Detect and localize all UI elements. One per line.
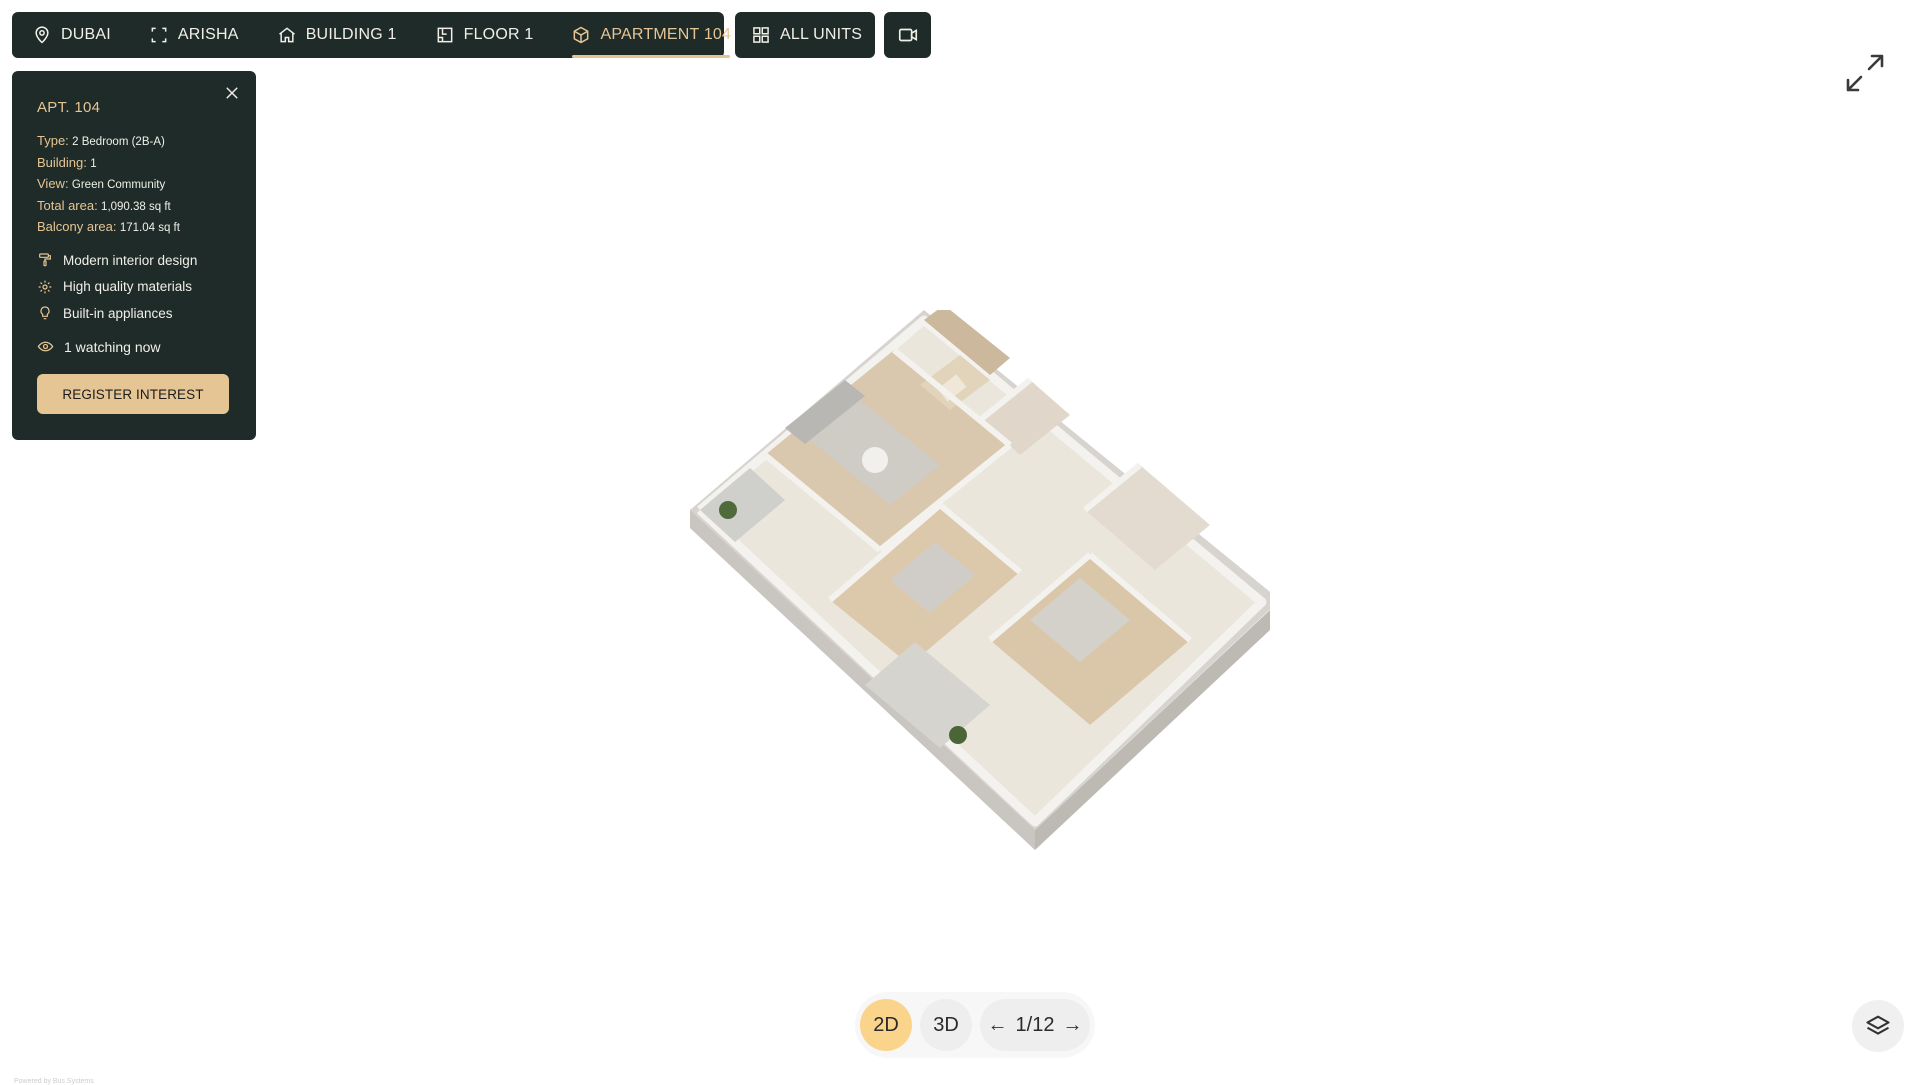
breadcrumb-label: APARTMENT 104 [600,26,732,43]
plant [719,501,737,519]
cube-icon [574,26,589,44]
gear-icon [38,280,52,294]
spec-type: Type: 2 Bedroom (2B-A) [37,131,180,153]
video-camera-icon [898,28,917,42]
layers-button[interactable] [1852,1000,1904,1052]
feature-item: Modern interior design [37,247,197,274]
feature-item: Built-in appliances [37,300,197,327]
feature-label: Modern interior design [63,252,198,268]
spec-key: Balcony area: [37,219,117,234]
eye-icon [37,341,54,352]
apartment-info-panel: APT. 104 Type: 2 Bedroom (2B-A) Building… [12,71,256,440]
video-tour-button[interactable] [884,12,931,58]
all-units-group: ALL UNITS [735,12,875,58]
close-button[interactable] [222,83,242,103]
lightbulb-icon [40,306,50,320]
grid-icon [753,27,769,43]
breadcrumb-label: BUILDING 1 [305,26,397,43]
spec-value: Green Community [71,179,166,191]
home-icon [278,27,295,43]
breadcrumb-arisha[interactable]: ARISHA [130,12,258,58]
all-units-button[interactable]: ALL UNITS [735,12,878,58]
spec-key: Total area: [37,197,98,213]
fullscreen-button[interactable] [1842,50,1888,96]
coffee-table [862,447,888,473]
page-indicator: 1/12 [1015,1013,1055,1036]
prev-arrow-icon[interactable]: ← [988,1014,1008,1037]
view-2d-button[interactable]: 2D [860,999,912,1051]
watching-indicator: 1 watching now [37,338,161,355]
floor-plan-render[interactable] [690,310,1270,850]
all-units-label: ALL UNITS [780,26,863,43]
map-pin-icon [35,26,49,44]
spec-key: View: [37,176,69,191]
breadcrumb-dubai[interactable]: DUBAI [12,12,130,58]
apartment-title: APT. 104 [37,99,101,116]
feature-item: High quality materials [37,274,197,301]
breadcrumb-floor[interactable]: FLOOR 1 [416,12,553,58]
spec-building: Building: 1 [37,153,180,175]
powered-by-credit: Powered by Bus Systems [14,1078,94,1085]
floor-plan-icon [437,27,453,43]
breadcrumb-building[interactable]: BUILDING 1 [258,12,416,58]
breadcrumb-label: ARISHA [177,26,239,43]
close-icon [226,87,238,99]
apartment-specs: Type: 2 Bedroom (2B-A) Building: 1 View:… [37,131,180,239]
breadcrumb-label: FLOOR 1 [463,26,534,43]
view-controls: 2D 3D ← 1/12 → [855,992,1095,1058]
breadcrumb-apartment[interactable]: APARTMENT 104 [552,12,750,58]
spec-view: View: Green Community [37,174,180,196]
spec-key: Type: [37,133,69,148]
feature-label: High quality materials [63,279,193,295]
spec-value: 1 [90,157,97,170]
spec-value: 2 Bedroom (2B-A) [72,136,165,148]
feature-label: Built-in appliances [63,305,173,321]
feature-list: Modern interior design High quality mate… [37,247,197,327]
spec-balcony-area: Balcony area: 171.04 sq ft [37,217,180,239]
expand-icon [1846,54,1884,92]
breadcrumb-label: DUBAI [61,26,111,43]
spec-value: 1,090.38 sq ft [101,200,171,213]
register-interest-button[interactable]: REGISTER INTEREST [37,374,229,414]
spec-value: 171.04 sq ft [119,222,180,234]
view-3d-button[interactable]: 3D [920,999,972,1051]
watching-label: 1 watching now [64,338,161,355]
breadcrumb-bar: DUBAI ARISHA BUILDING 1 FLOOR 1 APARTMEN… [12,12,731,58]
frame-icon [151,27,167,43]
plant [949,726,967,744]
layers-icon [1866,1015,1890,1035]
spec-key: Building: [37,154,87,170]
spec-total-area: Total area: 1,090.38 sq ft [37,196,180,218]
paint-roller-icon [39,253,51,267]
next-arrow-icon[interactable]: → [1062,1014,1082,1037]
image-pager: ← 1/12 → [980,999,1090,1051]
